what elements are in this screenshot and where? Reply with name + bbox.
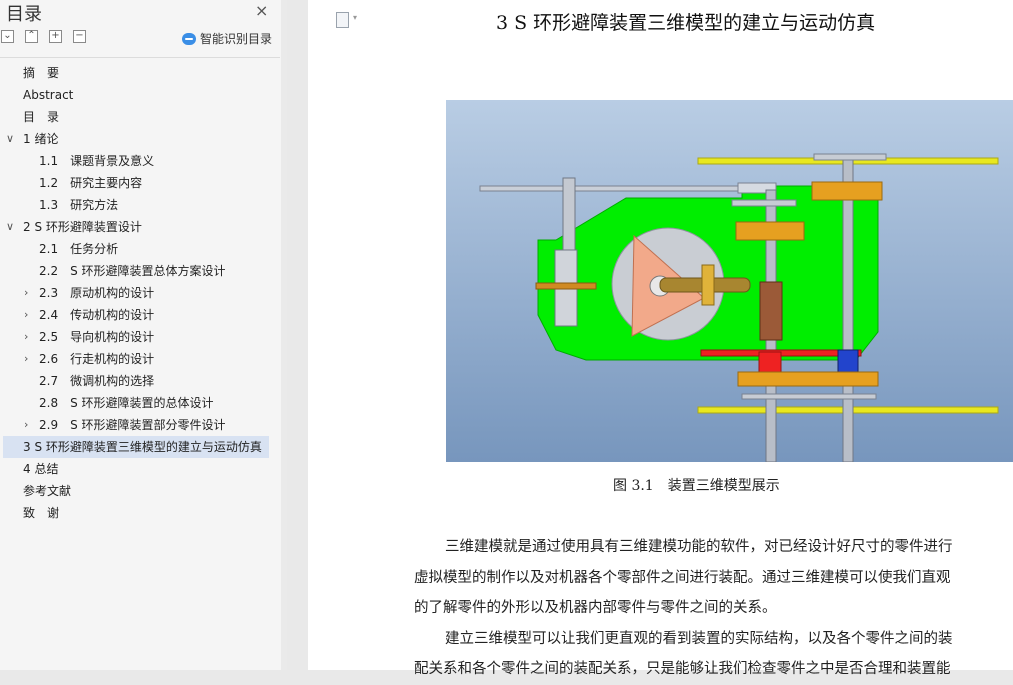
- model-illustration: [479, 153, 999, 462]
- sidebar-scrollbar[interactable]: [281, 0, 287, 670]
- toc-item[interactable]: ∨ 2 S 环形避障装置设计: [0, 216, 270, 238]
- toc-item-label: 2.5 导向机构的设计: [39, 330, 155, 344]
- chevron-right-icon[interactable]: ›: [24, 414, 28, 436]
- toc-item-label: 1.3 研究方法: [39, 198, 119, 212]
- paragraph-line: 的了解零件的外形以及机器内部零件与零件之间的关系。: [414, 600, 777, 616]
- document-page: ▾ 3 S 环形避障装置三维模型的建立与运动仿真 图 3.1 装置三维模型展示 …: [308, 0, 1013, 677]
- toc-item[interactable]: 目 录: [0, 106, 270, 128]
- toc-item[interactable]: ∨ 1 绪论: [0, 128, 270, 150]
- toc-item[interactable]: 2.7 微调机构的选择: [0, 370, 270, 392]
- toc-item[interactable]: 参考文献: [0, 480, 270, 502]
- document-outline-icon[interactable]: [336, 12, 349, 28]
- toc-item-label: 1.2 研究主要内容: [39, 176, 143, 190]
- chevron-right-icon[interactable]: ›: [24, 304, 28, 326]
- toc-item[interactable]: 2.1 任务分析: [0, 238, 270, 260]
- toc-item[interactable]: 1.3 研究方法: [0, 194, 270, 216]
- divider: [0, 57, 280, 58]
- toc-item[interactable]: › 2.4 传动机构的设计: [0, 304, 270, 326]
- toc-item-label: 2.1 任务分析: [39, 242, 119, 256]
- chevron-right-icon[interactable]: ›: [24, 282, 28, 304]
- toc-title: 目录: [6, 4, 42, 25]
- toc-item[interactable]: 致 谢: [0, 502, 270, 524]
- toc-item-label: 2.2 S 环形避障装置总体方案设计: [39, 264, 226, 278]
- toc-item[interactable]: › 2.5 导向机构的设计: [0, 326, 270, 348]
- toc-item-label: 1 绪论: [23, 132, 59, 146]
- toc-item-label: 2 S 环形避障装置设计: [23, 220, 142, 234]
- smart-toc-button[interactable]: 智能识别目录: [182, 30, 272, 47]
- paragraph-line: 三维建模就是通过使用具有三维建模功能的软件，对已经设计好尺寸的零件进行: [445, 539, 953, 555]
- chevron-down-icon[interactable]: ▾: [353, 13, 357, 22]
- chevron-down-icon[interactable]: ∨: [6, 216, 14, 238]
- toc-item[interactable]: 1.1 课题背景及意义: [0, 150, 270, 172]
- smart-recognize-icon: [182, 32, 196, 45]
- chevron-down-icon[interactable]: ∨: [6, 128, 14, 150]
- toc-item-label: Abstract: [23, 88, 74, 102]
- toc-item-label: 2.3 原动机构的设计: [39, 286, 155, 300]
- toc-item-label: 2.7 微调机构的选择: [39, 374, 155, 388]
- toc-item[interactable]: 2.2 S 环形避障装置总体方案设计: [0, 260, 270, 282]
- toc-item[interactable]: 摘 要: [0, 62, 270, 84]
- toc-item[interactable]: › 2.3 原动机构的设计: [0, 282, 270, 304]
- toc-item-label: 2.4 传动机构的设计: [39, 308, 155, 322]
- expand-up-icon[interactable]: ⌃: [25, 30, 38, 43]
- add-icon[interactable]: +: [49, 30, 62, 43]
- remove-icon[interactable]: −: [73, 30, 86, 43]
- toc-item-label: 3 S 环形避障装置三维模型的建立与运动仿真: [23, 440, 262, 454]
- figure-caption: 图 3.1 装置三维模型展示: [613, 478, 780, 494]
- paragraph-line: 建立三维模型可以让我们更直观的看到装置的实际结构，以及各个零件之间的装: [445, 630, 953, 647]
- figure-3d-model: [446, 100, 1013, 462]
- paragraph-line: 虚拟模型的制作以及对机器各个零部件之间进行装配。通过三维建模可以使我们直观: [414, 569, 951, 586]
- toc-item-label: 4 总结: [23, 462, 59, 476]
- smart-toc-label: 智能识别目录: [200, 32, 273, 46]
- paragraph-line: 配关系和各个零件之间的装配关系，只是能够让我们检查零件之中是否合理和装置能: [414, 661, 951, 677]
- collapse-all-icon[interactable]: ⌄: [1, 30, 14, 43]
- chevron-right-icon[interactable]: ›: [24, 326, 28, 348]
- toc-item[interactable]: Abstract: [0, 84, 270, 106]
- toc-item-label: 2.9 S 环形避障装置部分零件设计: [39, 418, 226, 432]
- toc-sidebar: 目录 × ⌄ ⌃ + − 智能识别目录 摘 要 Abstract 目 录 ∨ 1 绪论 1…: [0, 0, 282, 670]
- toc-item-label: 摘 要: [23, 66, 60, 80]
- close-icon[interactable]: ×: [255, 1, 268, 20]
- toc-item-label: 2.6 行走机构的设计: [39, 352, 155, 366]
- toc-item[interactable]: 2.8 S 环形避障装置的总体设计: [0, 392, 270, 414]
- chevron-right-icon[interactable]: ›: [24, 348, 28, 370]
- toc-item[interactable]: 1.2 研究主要内容: [0, 172, 270, 194]
- toc-item-label: 目 录: [23, 110, 60, 124]
- toc-item-label: 致 谢: [23, 506, 60, 520]
- toc-item-label: 1.1 课题背景及意义: [39, 154, 155, 168]
- body-paragraph: 三维建模就是通过使用具有三维建模功能的软件，对已经设计好尺寸的零件进行 虚拟模型…: [414, 532, 1009, 685]
- toc-item-label: 2.8 S 环形避障装置的总体设计: [39, 396, 214, 410]
- chapter-heading: 3 S 环形避障装置三维模型的建立与运动仿真: [496, 12, 876, 34]
- toc-item[interactable]: › 2.6 行走机构的设计: [0, 348, 270, 370]
- toc-item[interactable]: 3 S 环形避障装置三维模型的建立与运动仿真: [3, 436, 269, 458]
- toc-item[interactable]: 4 总结: [0, 458, 270, 480]
- toc-item[interactable]: › 2.9 S 环形避障装置部分零件设计: [0, 414, 270, 436]
- toc-item-label: 参考文献: [23, 484, 72, 498]
